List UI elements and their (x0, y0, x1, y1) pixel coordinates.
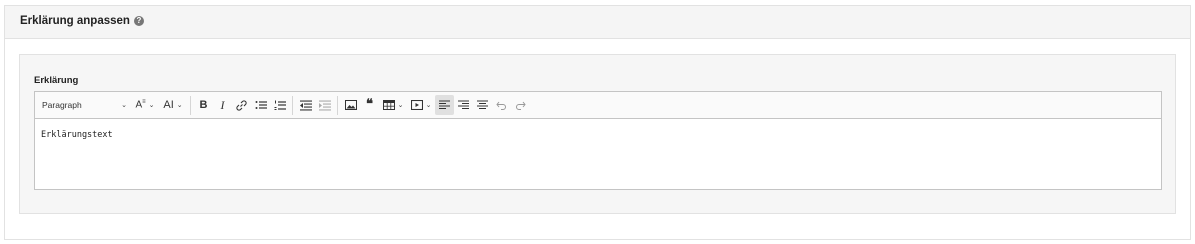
blockquote-button[interactable]: ❝ (360, 95, 379, 115)
rich-text-editor: Paragraph ⌄ A≡ ⌄ AI ⌄ B I ❝ ⌄ ⌄ Erklärun… (34, 91, 1162, 190)
font-size-button[interactable]: A≡ ⌄ (131, 95, 159, 115)
font-size-icon: A≡ (135, 99, 146, 111)
align-right-icon (458, 100, 469, 109)
align-right-button[interactable] (454, 95, 473, 115)
help-icon[interactable]: ? (133, 16, 144, 26)
link-button[interactable] (232, 95, 251, 115)
explanation-panel: Erklärung anpassen ? Erklärung Paragraph… (4, 5, 1191, 240)
undo-button[interactable] (492, 95, 511, 115)
editor-toolbar: Paragraph ⌄ A≡ ⌄ AI ⌄ B I ❝ ⌄ ⌄ (35, 92, 1161, 119)
insert-table-button[interactable]: ⌄ (379, 95, 407, 115)
numbered-list-icon (274, 100, 286, 110)
heading-select-value: Paragraph (42, 100, 82, 110)
heading-select[interactable]: Paragraph ⌄ (35, 95, 131, 115)
panel-header: Erklärung anpassen ? (5, 6, 1190, 39)
bulleted-list-button[interactable] (251, 95, 270, 115)
italic-icon: I (220, 97, 225, 112)
redo-icon (516, 101, 526, 110)
field-label: Erklärung (34, 75, 79, 86)
toolbar-separator (292, 95, 293, 115)
panel-title: Erklärung anpassen ? (20, 15, 144, 27)
indent-button[interactable] (315, 95, 334, 115)
image-icon (344, 100, 357, 110)
blockquote-icon: ❝ (366, 97, 373, 112)
link-icon (236, 99, 247, 111)
outdent-icon (299, 100, 312, 110)
indent-icon (318, 100, 331, 110)
editor-content[interactable]: Erklärungstext (41, 130, 113, 140)
align-center-icon (477, 100, 488, 109)
chevron-down-icon: ⌄ (148, 102, 155, 109)
undo-icon (496, 101, 506, 110)
chevron-down-icon: ⌄ (425, 102, 432, 109)
bold-button[interactable]: B (194, 95, 213, 115)
chevron-down-icon: ⌄ (176, 102, 183, 109)
bold-icon: B (199, 99, 208, 111)
table-icon (382, 100, 395, 110)
outdent-button[interactable] (296, 95, 315, 115)
toolbar-separator (337, 95, 338, 115)
numbered-list-button[interactable] (270, 95, 289, 115)
media-icon (410, 100, 423, 110)
redo-button[interactable] (511, 95, 530, 115)
align-left-button[interactable] (435, 95, 454, 115)
italic-button[interactable]: I (213, 95, 232, 115)
align-center-button[interactable] (473, 95, 492, 115)
toolbar-separator (190, 95, 191, 115)
bulleted-list-icon (255, 100, 267, 109)
chevron-down-icon: ⌄ (121, 102, 127, 109)
align-left-icon (439, 100, 450, 109)
panel-title-text: Erklärung anpassen (20, 15, 130, 27)
font-family-icon: AI (163, 99, 174, 111)
field-container: Erklärung Paragraph ⌄ A≡ ⌄ AI ⌄ B I ❝ ⌄ … (19, 54, 1176, 214)
insert-image-button[interactable] (341, 95, 360, 115)
insert-media-button[interactable]: ⌄ (407, 95, 435, 115)
font-family-button[interactable]: AI ⌄ (159, 95, 187, 115)
chevron-down-icon: ⌄ (397, 102, 404, 109)
